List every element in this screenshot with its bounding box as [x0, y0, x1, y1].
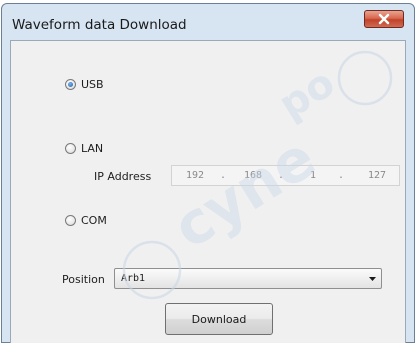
ip-separator: .: [278, 170, 285, 181]
ip-separator: .: [220, 170, 227, 181]
ip-octet-4[interactable]: 127: [368, 170, 386, 181]
lan-label: LAN: [81, 141, 104, 155]
usb-radio[interactable]: [65, 78, 76, 90]
ip-octet-2[interactable]: 168: [244, 170, 262, 181]
close-icon: [378, 13, 390, 25]
ip-separator: .: [338, 170, 345, 181]
com-option[interactable]: COM: [65, 213, 107, 227]
title-bar[interactable]: Waveform data Download: [2, 4, 414, 40]
ip-address-field[interactable]: 192 . 168 . 1 . 127: [171, 165, 400, 186]
dialog-window: Waveform data Download USB LAN IP Addres…: [1, 3, 415, 343]
ip-octet-3[interactable]: 1: [310, 170, 316, 181]
position-selected-value: Arb1: [121, 273, 146, 284]
ip-address-label: IP Address: [94, 170, 152, 183]
usb-option[interactable]: USB: [65, 77, 104, 91]
usb-label: USB: [81, 77, 104, 91]
close-button[interactable]: [364, 10, 404, 28]
ip-octet-1[interactable]: 192: [186, 170, 204, 181]
com-radio[interactable]: [65, 214, 76, 226]
chevron-down-icon: [369, 277, 376, 281]
position-select[interactable]: Arb1: [114, 268, 382, 289]
download-button[interactable]: Download: [165, 303, 273, 335]
lan-option[interactable]: LAN: [65, 141, 103, 155]
download-button-label: Download: [191, 312, 247, 326]
position-label: Position: [62, 273, 105, 286]
window-title: Waveform data Download: [12, 17, 187, 33]
lan-radio[interactable]: [65, 142, 76, 154]
dialog-client-area: USB LAN IP Address 192 . 168 . 1 . 127 C…: [10, 40, 406, 343]
com-label: COM: [81, 213, 107, 227]
